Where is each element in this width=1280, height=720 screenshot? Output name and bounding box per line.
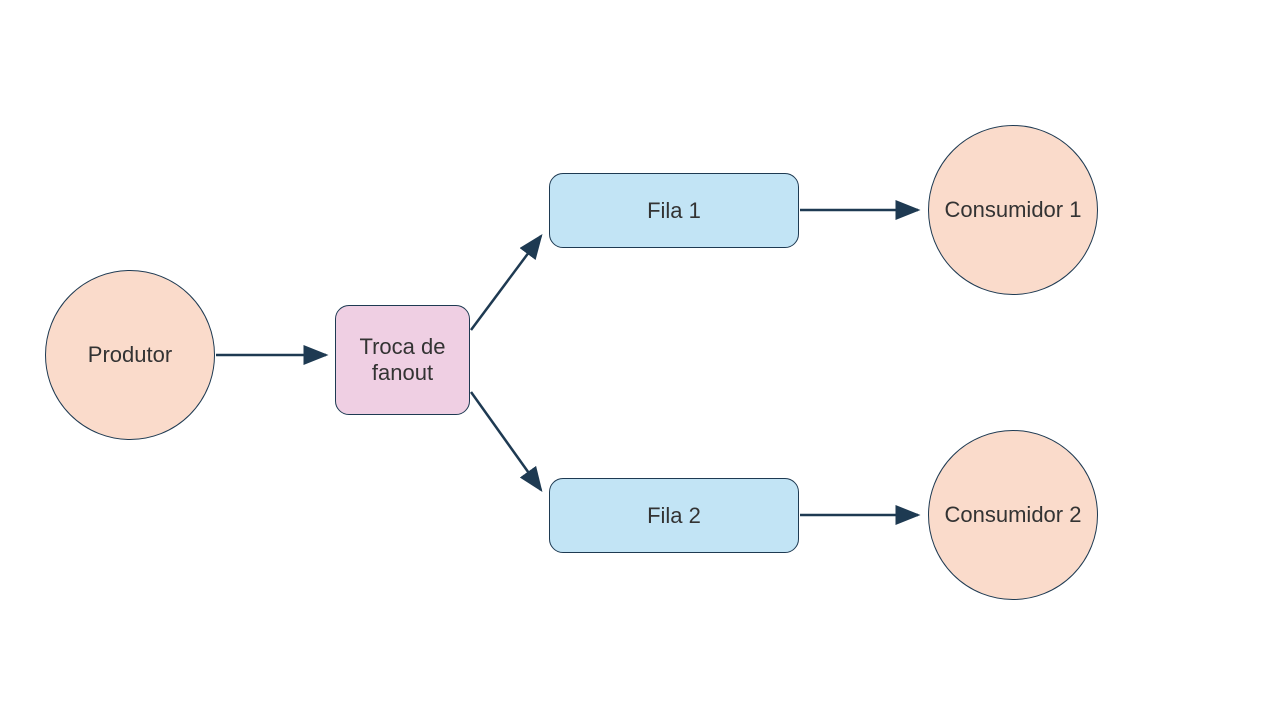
arrow-exchange-to-queue1 — [471, 236, 541, 330]
producer-node: Produtor — [45, 270, 215, 440]
exchange-label: Troca de fanout — [336, 334, 469, 386]
queue2-label: Fila 2 — [647, 503, 701, 529]
queue2-node: Fila 2 — [549, 478, 799, 553]
consumer1-label: Consumidor 1 — [945, 197, 1082, 223]
producer-label: Produtor — [88, 342, 172, 368]
queue1-node: Fila 1 — [549, 173, 799, 248]
consumer1-node: Consumidor 1 — [928, 125, 1098, 295]
queue1-label: Fila 1 — [647, 198, 701, 224]
exchange-node: Troca de fanout — [335, 305, 470, 415]
arrow-exchange-to-queue2 — [471, 392, 541, 490]
consumer2-node: Consumidor 2 — [928, 430, 1098, 600]
consumer2-label: Consumidor 2 — [945, 502, 1082, 528]
